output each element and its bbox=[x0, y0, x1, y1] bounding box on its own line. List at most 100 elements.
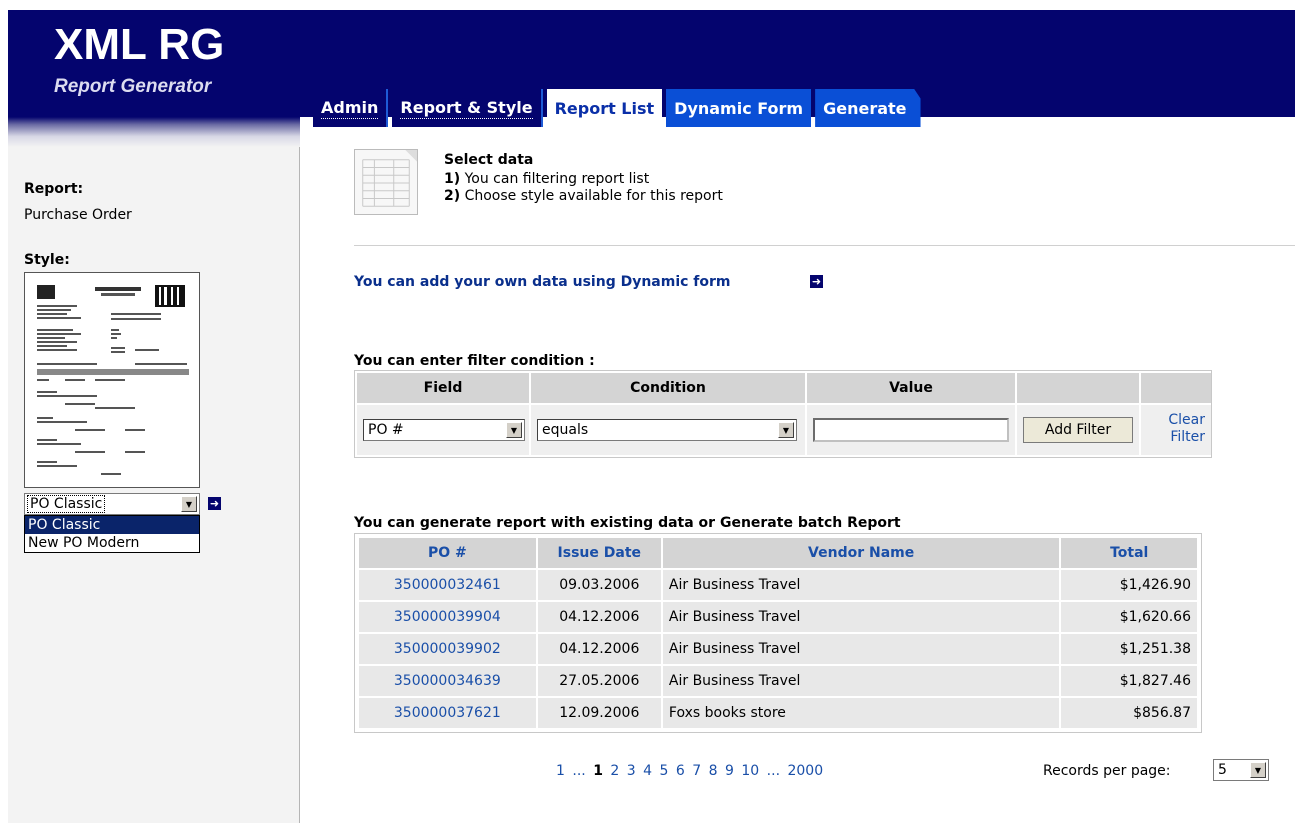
tab-admin-label: Admin bbox=[321, 97, 379, 119]
add-filter-button[interactable]: Add Filter bbox=[1023, 417, 1133, 443]
style-select-value: PO Classic bbox=[26, 495, 106, 513]
intro-step-1-text: You can filtering report list bbox=[460, 171, 650, 187]
arrow-right-square-icon[interactable]: ➜ bbox=[208, 497, 221, 510]
total-amount: $1,827.46 bbox=[1061, 666, 1197, 696]
filter-cell-clear: Clear Filter bbox=[1141, 405, 1211, 455]
app-subtitle: Report Generator bbox=[54, 76, 212, 97]
sidebar: Report: Purchase Order Style: PO Classic… bbox=[8, 117, 300, 823]
page-link[interactable]: 4 bbox=[643, 763, 652, 779]
results-title: You can generate report with existing da… bbox=[354, 515, 901, 531]
filter-header-field: Field bbox=[357, 373, 529, 403]
filter-table: Field Condition Value PO # ▼ equals ▼ Ad… bbox=[354, 370, 1212, 458]
page-link[interactable]: 2 bbox=[610, 763, 619, 779]
page-link[interactable]: 6 bbox=[676, 763, 685, 779]
filter-cell-field: PO # ▼ bbox=[357, 405, 529, 455]
style-preview-thumbnail bbox=[24, 272, 200, 488]
filter-condition-select[interactable]: equals ▼ bbox=[537, 419, 797, 441]
filter-value-input[interactable] bbox=[813, 418, 1009, 442]
po-number-link[interactable]: 350000034639 bbox=[359, 666, 536, 696]
sidebar-header-shadow bbox=[8, 117, 300, 147]
divider bbox=[354, 245, 1295, 246]
dynamic-form-link-text: You can add your own data using Dynamic … bbox=[354, 274, 731, 290]
po-number-link[interactable]: 350000039904 bbox=[359, 602, 536, 632]
results-table: PO # Issue Date Vendor Name Total 350000… bbox=[354, 533, 1202, 733]
vendor-name: Air Business Travel bbox=[662, 666, 1060, 696]
intro-step-2: 2) Choose style available for this repor… bbox=[444, 188, 723, 204]
po-number-link[interactable]: 350000039902 bbox=[359, 634, 536, 664]
spreadsheet-document-icon bbox=[354, 149, 418, 215]
tab-dynamic-form-label: Dynamic Form bbox=[674, 98, 804, 118]
tab-report-list-label: Report List bbox=[554, 99, 655, 118]
table-row: 350000032461 09.03.2006 Air Business Tra… bbox=[359, 570, 1197, 600]
report-label: Report: bbox=[24, 181, 84, 197]
app-header: XML RG Report Generator Admin Report & S… bbox=[8, 10, 1295, 128]
page-link[interactable]: 3 bbox=[627, 763, 636, 779]
vendor-name: Air Business Travel bbox=[662, 602, 1060, 632]
issue-date: 04.12.2006 bbox=[537, 634, 661, 664]
page-link-last[interactable]: 2000 bbox=[787, 763, 823, 779]
total-amount: $1,251.38 bbox=[1061, 634, 1197, 664]
filter-header-blank-2 bbox=[1141, 373, 1211, 403]
vendor-name: Foxs books store bbox=[662, 698, 1060, 728]
results-header-row: PO # Issue Date Vendor Name Total bbox=[359, 538, 1197, 568]
vendor-name: Air Business Travel bbox=[662, 634, 1060, 664]
column-header-po[interactable]: PO # bbox=[359, 538, 536, 568]
records-per-page-label: Records per page: bbox=[1043, 763, 1171, 779]
app-title: XML RG bbox=[54, 20, 225, 69]
intro-step-1-number: 1) bbox=[444, 171, 461, 187]
filter-field-select[interactable]: PO # ▼ bbox=[363, 419, 525, 441]
filter-field-value: PO # bbox=[368, 422, 404, 438]
vendor-name: Air Business Travel bbox=[662, 570, 1060, 600]
style-dropdown-list: PO Classic New PO Modern bbox=[24, 515, 200, 553]
issue-date: 04.12.2006 bbox=[537, 602, 661, 632]
records-per-page-select[interactable]: 5 ▼ bbox=[1213, 759, 1269, 781]
total-amount: $856.87 bbox=[1061, 698, 1197, 728]
clear-filter-link[interactable]: Clear Filter bbox=[1147, 412, 1205, 446]
filter-header-value: Value bbox=[807, 373, 1015, 403]
report-value: Purchase Order bbox=[24, 207, 132, 223]
style-option-new-po-modern[interactable]: New PO Modern bbox=[25, 534, 199, 552]
style-select[interactable]: PO Classic ▼ bbox=[24, 493, 200, 515]
issue-date: 09.03.2006 bbox=[537, 570, 661, 600]
chevron-down-icon[interactable]: ▼ bbox=[181, 496, 197, 512]
filter-condition-value: equals bbox=[542, 422, 589, 438]
filter-cell-add: Add Filter bbox=[1017, 405, 1139, 455]
table-row: 350000034639 27.05.2006 Air Business Tra… bbox=[359, 666, 1197, 696]
po-number-link[interactable]: 350000037621 bbox=[359, 698, 536, 728]
total-amount: $1,620.66 bbox=[1061, 602, 1197, 632]
po-number-link[interactable]: 350000032461 bbox=[359, 570, 536, 600]
filter-cell-condition: equals ▼ bbox=[531, 405, 805, 455]
clear-filter-line-2: Filter bbox=[1170, 429, 1205, 445]
chevron-down-icon[interactable]: ▼ bbox=[506, 422, 522, 438]
page-current: 1 bbox=[593, 763, 603, 779]
column-header-vendor-name[interactable]: Vendor Name bbox=[662, 538, 1060, 568]
intro-title: Select data bbox=[444, 152, 534, 168]
page-link-first[interactable]: 1 bbox=[556, 763, 565, 779]
column-header-total[interactable]: Total bbox=[1061, 538, 1197, 568]
intro-step-2-number: 2) bbox=[444, 188, 461, 204]
tab-generate-label: Generate bbox=[823, 98, 907, 118]
arrow-right-square-icon[interactable]: ➜ bbox=[810, 275, 823, 288]
table-row: 350000039902 04.12.2006 Air Business Tra… bbox=[359, 634, 1197, 664]
style-option-po-classic[interactable]: PO Classic bbox=[25, 516, 199, 534]
total-amount: $1,426.90 bbox=[1061, 570, 1197, 600]
table-row: 350000039904 04.12.2006 Air Business Tra… bbox=[359, 602, 1197, 632]
page-link[interactable]: 9 bbox=[725, 763, 734, 779]
table-row: 350000037621 12.09.2006 Foxs books store… bbox=[359, 698, 1197, 728]
page-link[interactable]: 8 bbox=[709, 763, 718, 779]
dynamic-form-link[interactable]: You can add your own data using Dynamic … bbox=[354, 274, 731, 290]
page-link[interactable]: 7 bbox=[692, 763, 701, 779]
issue-date: 27.05.2006 bbox=[537, 666, 661, 696]
column-header-issue-date[interactable]: Issue Date bbox=[537, 538, 661, 568]
chevron-down-icon[interactable]: ▼ bbox=[1250, 762, 1266, 778]
style-label: Style: bbox=[24, 252, 70, 268]
page-link[interactable]: 5 bbox=[660, 763, 669, 779]
page-link[interactable]: 10 bbox=[741, 763, 759, 779]
chevron-down-icon[interactable]: ▼ bbox=[778, 422, 794, 438]
filter-title: You can enter filter condition : bbox=[354, 353, 595, 369]
filter-cell-value bbox=[807, 405, 1015, 455]
filter-header-condition: Condition bbox=[531, 373, 805, 403]
clear-filter-line-1: Clear bbox=[1168, 412, 1205, 428]
tab-report-style-label: Report & Style bbox=[400, 97, 533, 119]
filter-header-blank-1 bbox=[1017, 373, 1139, 403]
